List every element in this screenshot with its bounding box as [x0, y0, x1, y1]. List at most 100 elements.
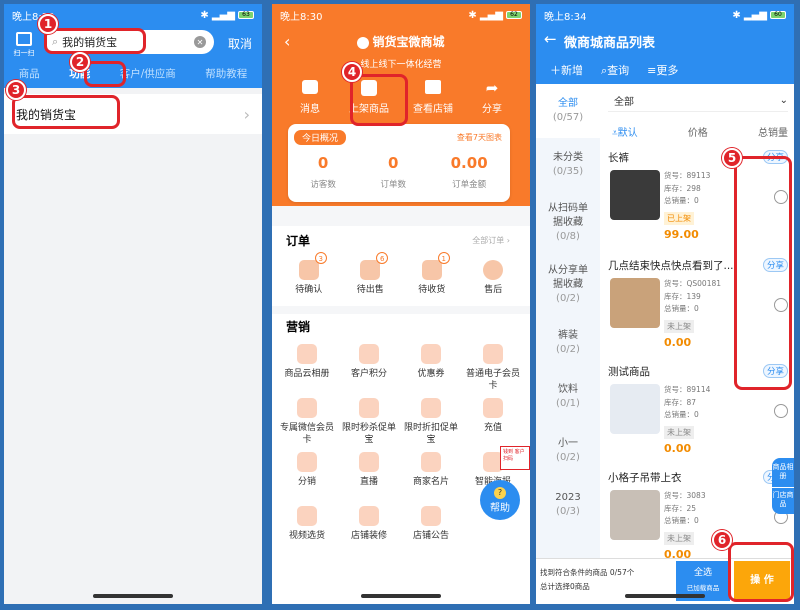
select-all-sub: 已加载商品	[686, 584, 720, 592]
sort-default[interactable]: ⩡默认	[612, 124, 638, 139]
category-name: 从扫码单据收藏	[548, 203, 588, 228]
order-count-badge: 1	[437, 252, 450, 264]
add-button[interactable]: ＋新增	[550, 62, 583, 78]
help-button[interactable]: ? 帮助	[480, 480, 520, 520]
category-count: (0/35)	[552, 166, 584, 177]
category-item[interactable]: 裤装 (0/2)	[536, 316, 600, 370]
order-status-row: 3 待确认 6 待出售 1 待收货 售后	[272, 252, 530, 296]
category-item[interactable]: 小一 (0/2)	[536, 424, 600, 478]
marketing-label: 商品云相册	[284, 369, 330, 379]
sort-price[interactable]: 价格	[688, 124, 708, 139]
category-count: (0/8)	[556, 231, 580, 242]
search-tabs: 商品 功能 客户/供应商 帮助教程	[4, 66, 262, 81]
sort-default-label: 默认	[617, 128, 638, 139]
product-stock: 库存：25	[664, 503, 697, 513]
floating-pay-tag[interactable]: 钱到 客户扫码	[500, 446, 530, 470]
marketing-icon	[421, 506, 441, 526]
side-float-album[interactable]: 商品相册 门店商品	[772, 458, 794, 514]
order-to-confirm[interactable]: 3 待确认	[280, 252, 338, 296]
product-stock: 库存：298	[664, 183, 701, 193]
stat-label: 访客数	[310, 180, 336, 190]
sort-bar: ⩡默认 价格 总销量	[608, 124, 792, 139]
marketing-item[interactable]: 客户积分	[338, 344, 400, 398]
marketing-item[interactable]: 分销	[276, 452, 338, 506]
order-after-sale[interactable]: 售后	[464, 260, 522, 296]
category-item[interactable]: 饮料 (0/1)	[536, 370, 600, 424]
marketing-item[interactable]: 限时折扣促单宝	[400, 398, 462, 452]
marketing-item[interactable]: 视频选货	[276, 506, 338, 560]
scan-label: 扫一扫	[13, 49, 35, 57]
status-icons: ✱ ▂▄▆ 63	[200, 10, 254, 21]
stat-label: 订单金额	[452, 180, 487, 190]
back-arrow-icon[interactable]: ←	[544, 30, 557, 48]
marketing-item[interactable]: 直播	[338, 452, 400, 506]
header-actions: ＋新增 ⌕查询 ≡更多	[550, 62, 678, 78]
category-name: 小一	[558, 438, 578, 449]
category-count: (0/57)	[552, 112, 584, 123]
product-price: 0.00	[664, 336, 692, 349]
tab-goods[interactable]: 商品	[19, 66, 40, 81]
query-button[interactable]: ⌕查询	[601, 62, 629, 78]
home-indicator	[625, 594, 705, 598]
order-label: 待收货	[418, 285, 446, 295]
category-item[interactable]: 全部 (0/57)	[536, 84, 600, 138]
orders-title: 订单	[286, 234, 311, 248]
product-stock: 库存：87	[664, 397, 697, 407]
cancel-button[interactable]: 取消	[228, 35, 252, 52]
status-time: 晚上8:30	[280, 11, 323, 23]
marketing-item[interactable]: 优惠券	[400, 344, 462, 398]
marketing-icon	[297, 452, 317, 472]
product-status-badge: 未上架	[664, 532, 694, 545]
marketing-item[interactable]: 商家名片	[400, 452, 462, 506]
mall-title-text: 销货宝微商城	[372, 35, 445, 49]
step-marker-3: 3	[6, 80, 26, 100]
order-to-sell[interactable]: 6 待出售	[341, 252, 399, 296]
category-item[interactable]: 未分类 (0/35)	[536, 138, 600, 192]
tab-help[interactable]: 帮助教程	[205, 66, 247, 81]
today-overview-card: 今日概况 查看7天图表 0 访客数 0 订单数 0.00 订单金额	[288, 124, 510, 202]
footer-selected: 总计选择0商品	[540, 582, 590, 591]
filter-select[interactable]: 全部 ⌄	[608, 90, 788, 112]
sort-sales[interactable]: 总销量	[758, 124, 788, 139]
stat-visitors: 0 访客数	[310, 154, 336, 190]
marketing-icon	[359, 398, 379, 418]
view-store-label: 查看店铺	[413, 104, 453, 115]
marketing-item[interactable]: 商品云相册	[276, 344, 338, 398]
marketing-icon	[359, 452, 379, 472]
marketing-label: 店铺公告	[412, 531, 449, 541]
product-thumbnail	[610, 170, 660, 220]
step-marker-4: 4	[342, 62, 362, 82]
product-sales: 总销量：0	[664, 516, 699, 525]
tab-customer-supplier[interactable]: 客户/供应商	[120, 66, 176, 81]
overview-label: 今日概况	[294, 130, 347, 145]
product-meta: 货号：89114 库存：87 总销量：0	[664, 384, 710, 422]
category-item[interactable]: 2023 (0/3)	[536, 478, 600, 532]
status-icons: ✱ ▂▄▆ 62	[468, 10, 522, 21]
view-store-button[interactable]: 查看店铺	[408, 80, 458, 115]
more-label: 更多	[656, 64, 679, 77]
marketing-icon	[297, 506, 317, 526]
step-marker-6: 6	[712, 530, 732, 550]
all-orders-link[interactable]: 全部订单 ›	[472, 235, 510, 246]
select-all-label: 全选	[693, 568, 712, 578]
marketing-item[interactable]: 限时秒杀促单宝	[338, 398, 400, 452]
product-select-radio[interactable]	[774, 404, 788, 418]
seven-day-link[interactable]: 查看7天图表	[457, 132, 502, 143]
marketing-item[interactable]: 店铺公告	[400, 506, 462, 560]
orders-section: 订单 全部订单 › 3 待确认 6 待出售 1 待收货 售后	[272, 226, 530, 306]
messages-button[interactable]: 消息	[290, 80, 330, 115]
marketing-item[interactable]: 店铺装修	[338, 506, 400, 560]
marketing-item[interactable]: 专属微信会员卡	[276, 398, 338, 452]
share-button[interactable]: ➦ 分享	[472, 80, 512, 115]
more-button[interactable]: ≡更多	[647, 62, 678, 78]
marketing-label: 优惠券	[417, 369, 445, 379]
help-label: 帮助	[490, 502, 510, 514]
scan-button[interactable]: 扫一扫	[12, 32, 36, 58]
clear-icon[interactable]: ✕	[194, 36, 206, 48]
marketing-item[interactable]: 充值	[462, 398, 524, 452]
marketing-item[interactable]: 普通电子会员卡	[462, 344, 524, 398]
category-item[interactable]: 从扫码单据收藏 (0/8)	[536, 192, 600, 254]
after-sale-icon	[483, 260, 504, 280]
order-to-receive[interactable]: 1 待收货	[403, 252, 461, 296]
category-item[interactable]: 从分享单据收藏 (0/2)	[536, 254, 600, 316]
